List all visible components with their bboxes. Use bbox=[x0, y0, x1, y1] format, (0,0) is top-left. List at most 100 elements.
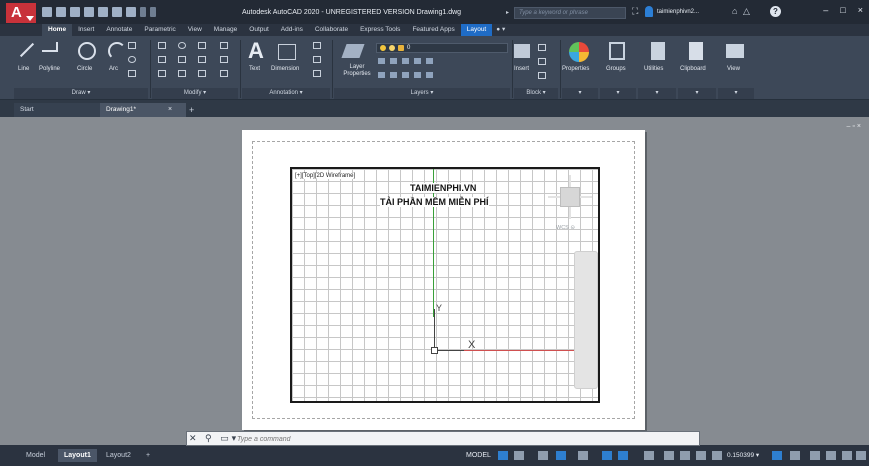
layer-properties-button[interactable]: Layer Properties bbox=[340, 64, 374, 78]
groups-button[interactable]: Groups bbox=[606, 66, 626, 72]
annotation-panel-footer[interactable]: Annotation ▾ bbox=[242, 88, 330, 99]
clipboard-panel-footer[interactable]: ▾ bbox=[678, 88, 716, 99]
ribbon-options-icon[interactable]: ● ▾ bbox=[492, 24, 509, 36]
create-block-icon[interactable] bbox=[538, 44, 546, 51]
auto-scale-icon[interactable] bbox=[696, 451, 706, 460]
utilities-panel-footer[interactable]: ▾ bbox=[638, 88, 676, 99]
isolate-objects-icon[interactable] bbox=[826, 451, 836, 460]
text-icon[interactable]: A bbox=[248, 38, 264, 64]
dimension-button[interactable]: Dimension bbox=[271, 66, 299, 72]
viewport-controls-label[interactable]: [+][Top][2D Wireframe] bbox=[294, 173, 357, 179]
layer-tool-icon[interactable] bbox=[390, 58, 397, 64]
annotation-monitor-icon[interactable] bbox=[810, 451, 820, 460]
layer-tool-icon[interactable] bbox=[426, 72, 433, 78]
tab-layout[interactable]: Layout bbox=[460, 24, 493, 36]
tab-insert[interactable]: Insert bbox=[72, 24, 100, 36]
tab-manage[interactable]: Manage bbox=[208, 24, 244, 36]
utilities-icon[interactable] bbox=[651, 42, 665, 60]
customization-menu-icon[interactable] bbox=[856, 451, 866, 460]
layer-tool-icon[interactable] bbox=[426, 58, 433, 64]
search-expand-icon[interactable]: ▸ bbox=[506, 9, 509, 16]
scale-icon[interactable] bbox=[178, 70, 186, 77]
user-name[interactable]: taimienphivn2... bbox=[657, 9, 699, 15]
fillet-icon[interactable] bbox=[198, 56, 206, 63]
line-button[interactable]: Line bbox=[18, 66, 29, 72]
rotate-icon[interactable] bbox=[178, 42, 186, 49]
workspace-switch-icon[interactable] bbox=[790, 451, 800, 460]
save-icon[interactable] bbox=[70, 7, 80, 17]
draw-panel-footer[interactable]: Draw ▾ bbox=[14, 88, 148, 99]
save-web-icon[interactable] bbox=[112, 7, 122, 17]
groups-panel-footer[interactable]: ▾ bbox=[600, 88, 636, 99]
clipboard-icon[interactable] bbox=[689, 42, 703, 60]
ortho-icon[interactable] bbox=[538, 451, 548, 460]
maximize-button[interactable]: □ bbox=[840, 5, 845, 15]
tab-annotate[interactable]: Annotate bbox=[100, 24, 138, 36]
layer-tool-icon[interactable] bbox=[378, 58, 385, 64]
plot-icon[interactable] bbox=[126, 7, 136, 17]
mirror-icon[interactable] bbox=[178, 56, 186, 63]
tab-layout2[interactable]: Layout2 bbox=[100, 449, 137, 462]
modify-panel-footer[interactable]: Modify ▾ bbox=[152, 88, 238, 99]
rectangle-icon[interactable] bbox=[128, 42, 136, 49]
layer-tool-icon[interactable] bbox=[390, 72, 397, 78]
groups-icon[interactable] bbox=[609, 42, 625, 60]
viewport-scale[interactable]: 0.150399 ▾ bbox=[727, 449, 759, 462]
undo-icon[interactable] bbox=[140, 7, 146, 17]
view-panel-footer[interactable]: ▾ bbox=[718, 88, 754, 99]
polyline-button[interactable]: Polyline bbox=[39, 66, 60, 72]
object-snap-tracking-icon[interactable] bbox=[602, 451, 612, 460]
layer-tool-icon[interactable] bbox=[378, 72, 385, 78]
viewport[interactable]: Y X [+][Top][2D Wireframe] TAIMIENPHI.VN… bbox=[290, 167, 600, 403]
maximize-viewport-icon[interactable] bbox=[772, 451, 782, 460]
tab-layout1[interactable]: Layout1 bbox=[58, 449, 97, 462]
polar-icon[interactable] bbox=[556, 451, 566, 460]
text-button[interactable]: Text bbox=[249, 66, 260, 72]
close-button[interactable]: × bbox=[858, 5, 863, 15]
layer-tool-icon[interactable] bbox=[402, 58, 409, 64]
command-line-tools[interactable]: ✕ ⚲ ▭▾ bbox=[189, 433, 239, 444]
stretch-icon[interactable] bbox=[158, 70, 166, 77]
command-input[interactable] bbox=[237, 434, 677, 444]
tab-featured-apps[interactable]: Featured Apps bbox=[406, 24, 460, 36]
erase-icon[interactable] bbox=[220, 42, 228, 49]
binoculars-icon[interactable]: ⛶ bbox=[632, 6, 638, 17]
model-space-toggle[interactable]: MODEL bbox=[466, 449, 491, 462]
properties-icon[interactable] bbox=[569, 42, 589, 62]
new-icon[interactable] bbox=[42, 7, 52, 17]
object-snap-icon[interactable] bbox=[618, 451, 628, 460]
circle-button[interactable]: Circle bbox=[77, 66, 92, 72]
viewcube[interactable] bbox=[560, 187, 580, 207]
move-icon[interactable] bbox=[158, 42, 166, 49]
leader-icon[interactable] bbox=[313, 56, 321, 63]
tab-collaborate[interactable]: Collaborate bbox=[309, 24, 354, 36]
add-layout-button[interactable]: + bbox=[140, 449, 156, 462]
block-panel-footer[interactable]: Block ▾ bbox=[514, 88, 558, 99]
tab-output[interactable]: Output bbox=[243, 24, 275, 36]
tab-add-ins[interactable]: Add-ins bbox=[275, 24, 309, 36]
tab-express-tools[interactable]: Express Tools bbox=[354, 24, 406, 36]
tab-parametric[interactable]: Parametric bbox=[138, 24, 181, 36]
annotation-visibility-icon[interactable] bbox=[680, 451, 690, 460]
copy-icon[interactable] bbox=[158, 56, 166, 63]
hatch-icon[interactable] bbox=[128, 70, 136, 77]
tab-model[interactable]: Model bbox=[20, 449, 51, 462]
drawing-area[interactable]: –▫× Y X [+][Top][2D Wireframe] TAIMIENPH… bbox=[0, 117, 869, 445]
properties-panel-footer[interactable]: ▾ bbox=[562, 88, 598, 99]
new-tab-button[interactable]: + bbox=[189, 103, 194, 117]
application-menu-button[interactable]: A bbox=[6, 3, 36, 23]
drawing-window-controls[interactable]: –▫× bbox=[847, 123, 863, 130]
tab-view[interactable]: View bbox=[182, 24, 208, 36]
dimension-icon[interactable] bbox=[278, 44, 296, 60]
insert-button[interactable]: Insert bbox=[514, 66, 529, 72]
close-tab-icon[interactable]: × bbox=[168, 103, 172, 117]
trim-icon[interactable] bbox=[198, 42, 206, 49]
explode-icon[interactable] bbox=[220, 56, 228, 63]
offset-icon[interactable] bbox=[220, 70, 228, 77]
edit-block-icon[interactable] bbox=[538, 58, 546, 65]
ellipse-icon[interactable] bbox=[128, 56, 136, 63]
linear-dimension-icon[interactable] bbox=[313, 42, 321, 49]
utilities-button[interactable]: Utilities bbox=[644, 66, 663, 72]
cart-icon[interactable]: ⌂ bbox=[732, 6, 737, 16]
minimize-button[interactable]: – bbox=[823, 5, 828, 15]
